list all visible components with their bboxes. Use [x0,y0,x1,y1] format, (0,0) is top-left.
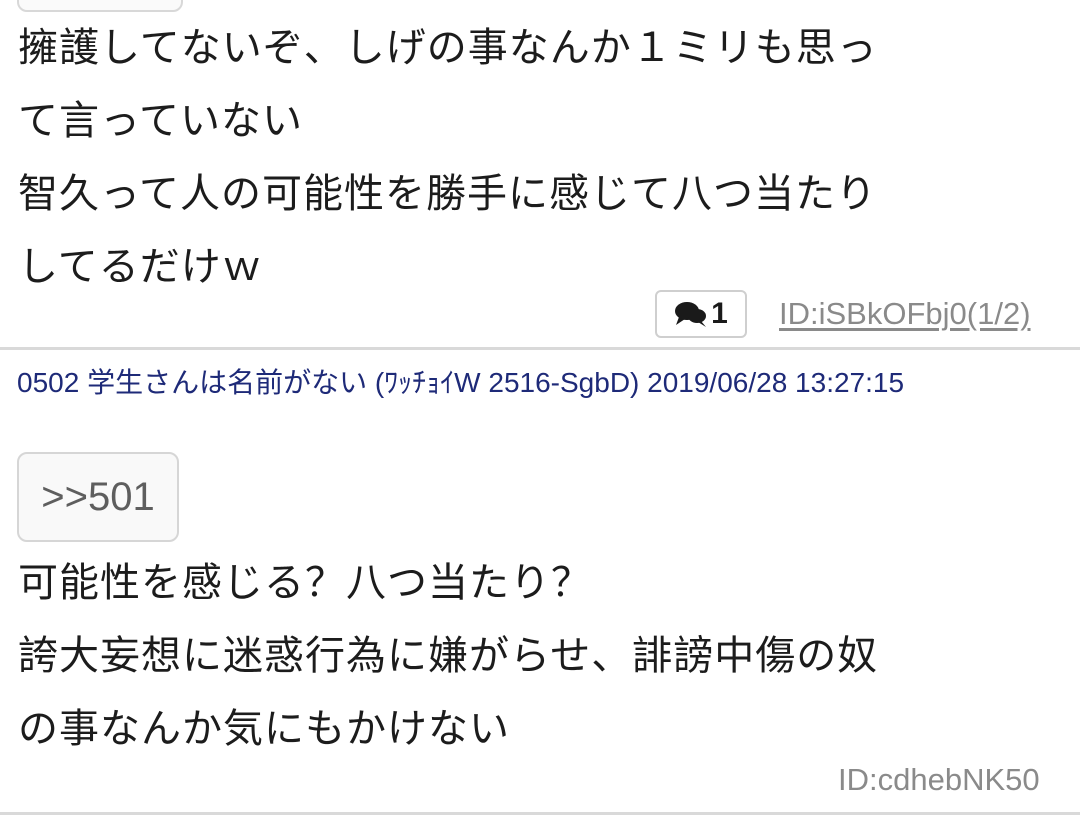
post-header[interactable]: 0502 学生さんは名前がない (ﾜｯﾁｮｲW 2516-SgbD) 2019/… [17,366,1017,399]
reply-count-button[interactable]: 1 [655,290,747,338]
post-body-line: 智久って人の可能性を勝手に感じて八つ当たり [18,171,877,217]
poster-id-link[interactable]: ID:iSBkOFbj0(1/2) [779,296,1031,332]
post-body-line: て言っていない [18,98,303,144]
post-divider [0,347,1080,350]
poster-id[interactable]: ID:cdhebNK50 [838,762,1040,798]
post-body: 可能性を感じる？八つ当たり？ 誇大妄想に迷惑行為に嫌がらせ、誹謗中傷の奴 の事な… [18,547,878,766]
reply-anchor-link[interactable]: >>501 [17,452,179,542]
post-body-line: してるだけｗ [18,244,263,290]
post-divider [0,812,1080,815]
post-body-line: 誇大妄想に迷惑行為に嫌がらせ、誹謗中傷の奴 [18,633,879,679]
reply-count: 1 [711,297,728,330]
post-body: 擁護してないぞ、しげの事なんか１ミリも思っ て言っていない 智久って人の可能性を… [18,12,878,304]
post-body-line: の事なんか気にもかけない [18,706,510,752]
post-body-line: 擁護してないぞ、しげの事なんか１ミリも思っ [18,25,878,71]
post-body-line: 可能性を感じる？八つ当たり？ [18,560,592,606]
speech-bubbles-icon [674,300,708,328]
previous-anchor-box[interactable] [17,0,183,12]
